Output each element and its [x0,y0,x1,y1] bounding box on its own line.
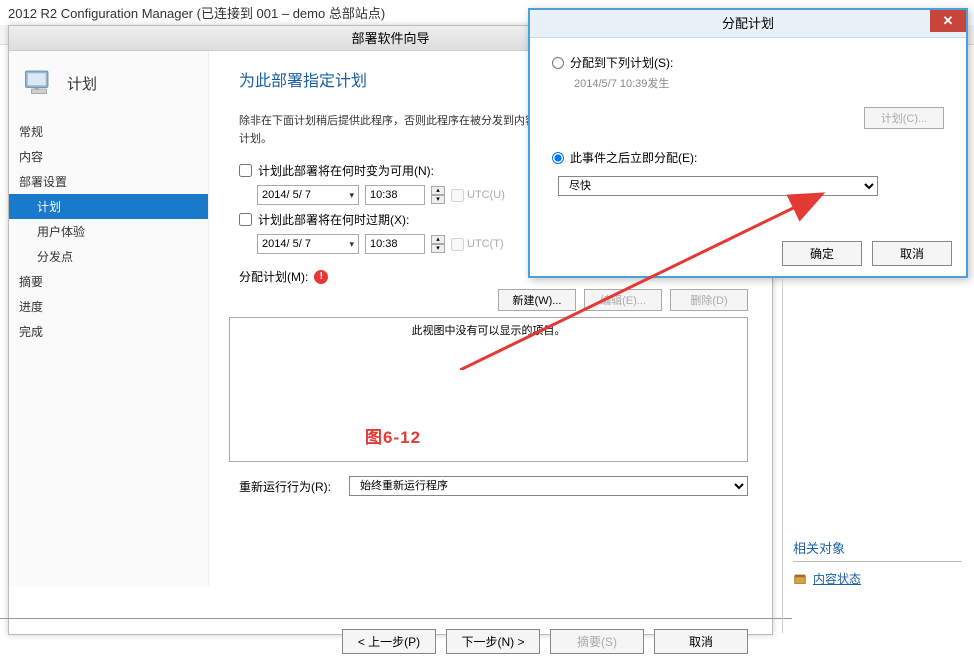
expire-time-input[interactable]: 10:38 [365,234,425,254]
box-icon [793,572,807,586]
available-label: 计划此部署将在何时变为可用(N): [258,162,434,179]
close-icon[interactable]: ✕ [930,10,966,32]
computer-icon [21,65,57,101]
utc-u-label: UTC(U) [467,189,505,201]
wizard-footer: < 上一步(P) 下一步(N) > 摘要(S) 取消 [9,619,772,664]
expire-label: 计划此部署将在何时过期(X): [258,211,409,228]
expire-checkbox[interactable] [239,213,252,226]
chevron-down-icon: ▾ [349,190,354,201]
new-button[interactable]: 新建(W)... [498,289,576,311]
radio-schedule-label: 分配到下列计划(S): [570,54,673,71]
schedule-listbox[interactable]: 此视图中没有可以显示的项目。 [229,317,748,462]
nav-general[interactable]: 常规 [9,119,208,144]
utc-t-checkbox [451,238,464,251]
right-panel-title: 相关对象 [793,538,962,557]
utc-t-label: UTC(T) [467,238,504,250]
nav-progress[interactable]: 进度 [9,294,208,319]
radio-immediate-label: 此事件之后立即分配(E): [570,149,697,166]
available-checkbox[interactable] [239,164,252,177]
rerun-select[interactable]: 始终重新运行程序 [349,476,748,496]
summary-button: 摘要(S) [550,629,644,654]
right-panel: 相关对象 内容状态 [782,278,972,633]
nav-schedule[interactable]: 计划 [9,194,208,219]
rerun-label: 重新运行行为(R): [239,478,331,495]
ok-button[interactable]: 确定 [782,241,862,266]
available-time-input[interactable]: 10:38 [365,185,425,205]
chevron-down-icon: ▾ [349,239,354,250]
assign-schedule-modal: 分配计划 ✕ 分配到下列计划(S): 2014/5/7 10:39发生 计划(C… [528,8,968,278]
nav-content[interactable]: 内容 [9,144,208,169]
edit-button: 编辑(E)... [584,289,662,311]
sidebar-heading: 计划 [67,73,97,94]
modal-cancel-button[interactable]: 取消 [872,241,952,266]
utc-u-checkbox [451,189,464,202]
content-hint: 除非在下面计划稍后提供此程序，否则此程序在被分发到内容分配计划。 [239,113,559,148]
available-date-input[interactable]: 2014/ 5/ 7▾ [257,185,359,205]
delete-button: 删除(D) [670,289,748,311]
wizard-sidebar: 计划 常规 内容 部署设置 计划 用户体验 分发点 摘要 进度 完成 [9,51,209,586]
modal-title: 分配计划 ✕ [530,10,966,38]
time-spinner[interactable]: ▴▾ [431,186,445,204]
nav-distribution-points[interactable]: 分发点 [9,244,208,269]
nav-complete[interactable]: 完成 [9,319,208,344]
nav-summary[interactable]: 摘要 [9,269,208,294]
next-button[interactable]: 下一步(N) > [446,629,540,654]
radio-schedule-value: 2014/5/7 10:39发生 [574,75,944,91]
listbox-empty-text: 此视图中没有可以显示的项目。 [412,325,566,337]
prev-button[interactable]: < 上一步(P) [342,629,436,654]
nav-user-experience[interactable]: 用户体验 [9,219,208,244]
content-status-link[interactable]: 内容状态 [793,570,962,587]
assign-schedule-label: 分配计划(M): [239,268,308,285]
info-icon: ! [314,270,328,284]
nav-deploy-settings[interactable]: 部署设置 [9,169,208,194]
time-spinner-2[interactable]: ▴▾ [431,235,445,253]
radio-immediate[interactable] [552,152,564,164]
cancel-button[interactable]: 取消 [654,629,748,654]
plan-button: 计划(C)... [864,107,944,129]
radio-schedule[interactable] [552,57,564,69]
immediate-event-select[interactable]: 尽快 [558,176,878,196]
expire-date-input[interactable]: 2014/ 5/ 7▾ [257,234,359,254]
